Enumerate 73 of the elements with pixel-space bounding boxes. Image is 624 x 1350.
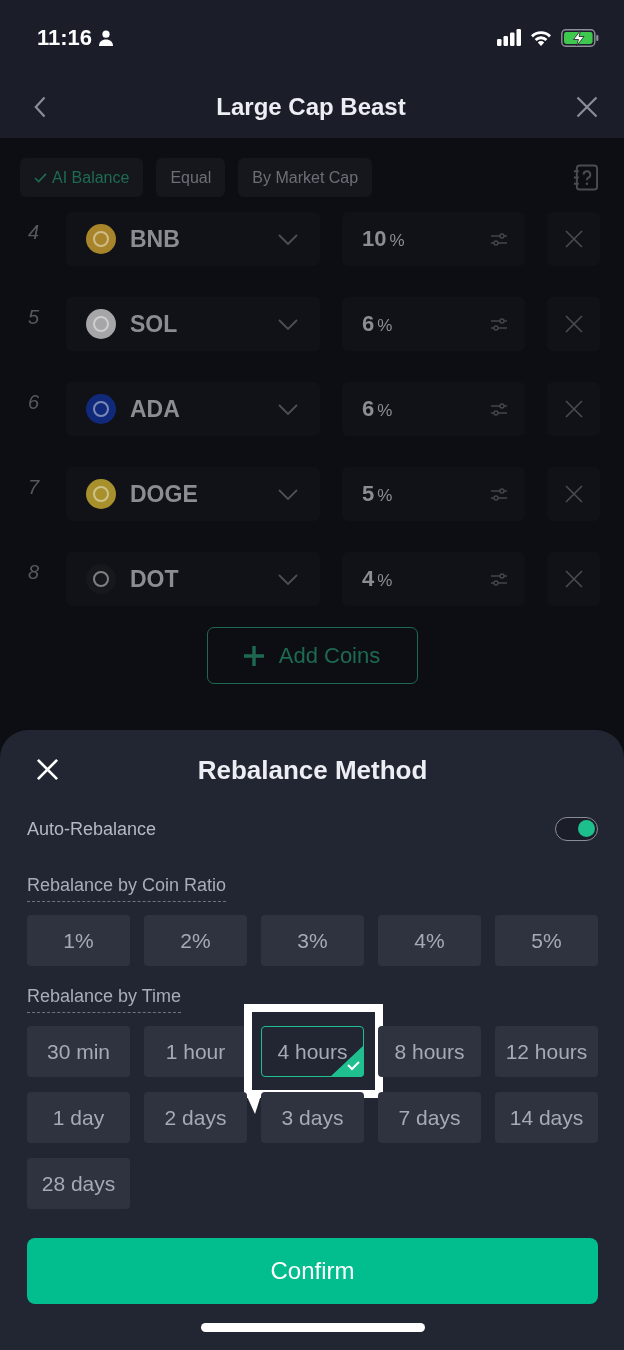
ratio-option[interactable]: 1%: [27, 915, 130, 966]
row-number: 7: [28, 475, 41, 499]
signal-icon: [497, 29, 521, 46]
ratio-option[interactable]: 4%: [378, 915, 481, 966]
help-icon[interactable]: [573, 164, 598, 191]
auto-rebalance-toggle[interactable]: [555, 817, 598, 841]
percent-field[interactable]: 10%: [342, 212, 525, 266]
percent-field[interactable]: 5%: [342, 467, 525, 521]
percent-field[interactable]: 6%: [342, 382, 525, 436]
weighting-tab[interactable]: Equal: [156, 158, 226, 197]
battery-charging-icon: [561, 28, 599, 47]
remove-coin-button[interactable]: [547, 212, 600, 266]
sliders-icon[interactable]: [491, 486, 507, 502]
time-option[interactable]: 2 days: [144, 1092, 247, 1143]
chevron-down-icon: [278, 488, 298, 500]
percent-field[interactable]: 4%: [342, 552, 525, 606]
chevron-down-icon: [278, 403, 298, 415]
section-label: Rebalance by Coin Ratio: [27, 875, 227, 902]
plus-icon: [243, 645, 264, 666]
row-number: 8: [28, 560, 41, 584]
weighting-tab[interactable]: By Market Cap: [238, 158, 373, 197]
back-icon: [34, 95, 46, 118]
row-number: 6: [28, 390, 41, 414]
coin-dropdown[interactable]: BNB: [66, 212, 320, 266]
close-icon: [564, 315, 583, 333]
coin-dropdown[interactable]: ADA: [66, 382, 320, 436]
chevron-down-icon: [278, 233, 298, 245]
add-coins-button[interactable]: Add Coins: [206, 627, 418, 684]
back-button[interactable]: [34, 95, 46, 118]
close-icon: [36, 758, 59, 781]
ratio-option[interactable]: 2%: [144, 915, 247, 966]
wifi-icon: [530, 29, 552, 46]
ratio-option[interactable]: 3%: [261, 915, 364, 966]
time-option[interactable]: 1 hour: [144, 1026, 247, 1077]
row-number: 5: [28, 305, 41, 329]
close-icon: [564, 400, 583, 418]
time-option[interactable]: 14 days: [495, 1092, 598, 1143]
status-time: 11:16: [37, 24, 93, 51]
row-number: 4: [28, 220, 41, 244]
coin-dropdown[interactable]: DOT: [66, 552, 320, 606]
remove-coin-button[interactable]: [547, 297, 600, 351]
page-title: Large Cap Beast: [216, 92, 406, 121]
person-icon: [98, 29, 115, 46]
close-icon: [564, 485, 583, 503]
time-option[interactable]: 7 days: [378, 1092, 481, 1143]
time-option[interactable]: 30 min: [27, 1026, 130, 1077]
sliders-icon[interactable]: [491, 571, 507, 587]
remove-coin-button[interactable]: [547, 552, 600, 606]
coin-dropdown[interactable]: SOL: [66, 297, 320, 351]
ratio-option[interactable]: 5%: [495, 915, 598, 966]
time-option[interactable]: 8 hours: [378, 1026, 481, 1077]
coin-dropdown[interactable]: DOGE: [66, 467, 320, 521]
sliders-icon[interactable]: [491, 231, 507, 247]
auto-rebalance-label: Auto-Rebalance: [27, 818, 157, 840]
percent-field[interactable]: 6%: [342, 297, 525, 351]
close-icon: [564, 230, 583, 248]
time-option[interactable]: 4 hours: [261, 1026, 364, 1077]
chevron-down-icon: [278, 318, 298, 330]
time-option[interactable]: 12 hours: [495, 1026, 598, 1077]
time-option[interactable]: 28 days: [27, 1158, 130, 1209]
check-icon: [34, 172, 47, 183]
time-option[interactable]: 1 day: [27, 1092, 130, 1143]
sliders-icon[interactable]: [491, 401, 507, 417]
time-option[interactable]: 3 days: [261, 1092, 364, 1143]
sliders-icon[interactable]: [491, 316, 507, 332]
sheet-title: Rebalance Method: [197, 754, 428, 786]
section-label: Rebalance by Time: [27, 986, 182, 1013]
remove-coin-button[interactable]: [547, 467, 600, 521]
chevron-down-icon: [278, 573, 298, 585]
close-icon: [564, 570, 583, 588]
remove-coin-button[interactable]: [547, 382, 600, 436]
weighting-tab[interactable]: AI Balance: [20, 158, 144, 197]
close-icon: [576, 95, 598, 118]
